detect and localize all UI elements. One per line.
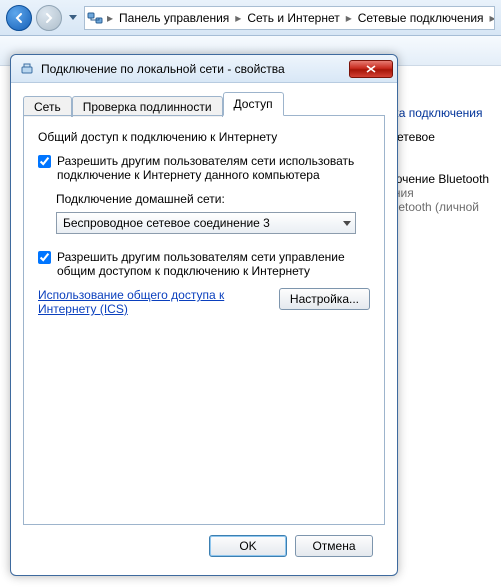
dialog-title: Подключение по локальной сети - свойства xyxy=(41,62,349,76)
nav-forward-button[interactable] xyxy=(36,5,62,31)
chevron-right-icon: ▸ xyxy=(233,11,243,25)
cancel-button[interactable]: Отмена xyxy=(295,535,373,557)
tab-sharing[interactable]: Доступ xyxy=(223,92,284,116)
bg-connection-item[interactable]: е сетевое 2 xyxy=(381,130,501,158)
ok-button[interactable]: OK xyxy=(209,535,287,557)
allow-sharing-checkbox[interactable] xyxy=(38,155,51,168)
address-bar: ▸ Панель управления ▸ Сеть и Интернет ▸ … xyxy=(0,0,501,36)
combo-value: Беспроводное сетевое соединение 3 xyxy=(63,216,270,230)
breadcrumb-item[interactable]: Сеть и Интернет xyxy=(243,11,343,25)
nav-history-dropdown[interactable] xyxy=(66,9,80,27)
chevron-down-icon xyxy=(343,221,351,226)
properties-dialog: Подключение по локальной сети - свойства… xyxy=(10,54,398,576)
settings-button[interactable]: Настройка... xyxy=(279,288,370,310)
ics-help-link[interactable]: Использование общего доступа к Интернету… xyxy=(38,288,238,316)
tab-panel-sharing: Общий доступ к подключению к Интернету Р… xyxy=(23,115,385,525)
close-button[interactable] xyxy=(349,60,393,78)
allow-control-checkbox-row: Разрешить другим пользователям сети упра… xyxy=(38,250,370,278)
link-row: Использование общего доступа к Интернету… xyxy=(38,288,370,316)
bg-connection-item[interactable]: ключение Bluetooth чения Bluetooth (личн… xyxy=(381,172,501,214)
breadcrumb-item[interactable]: Сетевые подключения xyxy=(354,11,488,25)
dialog-footer: OK Отмена xyxy=(23,525,385,567)
bg-item-status: чения xyxy=(381,186,501,200)
bg-item-status: 2 xyxy=(381,144,501,158)
bg-cutoff-text: тика подключения xyxy=(381,106,501,120)
network-connections-icon xyxy=(87,9,103,27)
allow-control-checkbox[interactable] xyxy=(38,251,51,264)
home-network-combo[interactable]: Беспроводное сетевое соединение 3 xyxy=(56,212,356,234)
breadcrumb[interactable]: ▸ Панель управления ▸ Сеть и Интернет ▸ … xyxy=(84,6,495,30)
background-items: тика подключения е сетевое 2 ключение Bl… xyxy=(381,106,501,228)
chevron-right-icon: ▸ xyxy=(344,11,354,25)
allow-sharing-label: Разрешить другим пользователям сети испо… xyxy=(57,154,370,182)
nav-back-button[interactable] xyxy=(6,5,32,31)
home-network-label: Подключение домашней сети: xyxy=(56,192,370,206)
network-adapter-icon xyxy=(19,61,35,77)
group-title: Общий доступ к подключению к Интернету xyxy=(38,130,370,144)
allow-sharing-checkbox-row: Разрешить другим пользователям сети испо… xyxy=(38,154,370,182)
chevron-right-icon: ▸ xyxy=(105,11,115,25)
tab-network[interactable]: Сеть xyxy=(23,96,72,117)
chevron-right-icon: ▸ xyxy=(488,11,495,25)
bg-item-name: ключение Bluetooth xyxy=(381,172,501,186)
breadcrumb-item[interactable]: Панель управления xyxy=(115,11,233,25)
tab-bar: Сеть Проверка подлинности Доступ xyxy=(23,93,385,116)
bg-item-name: е сетевое xyxy=(381,130,501,144)
dialog-body: Сеть Проверка подлинности Доступ Общий д… xyxy=(11,83,397,575)
tab-authentication[interactable]: Проверка подлинности xyxy=(72,96,223,117)
bg-item-device: Bluetooth (личной xyxy=(381,200,501,214)
allow-control-label: Разрешить другим пользователям сети упра… xyxy=(57,250,370,278)
dialog-titlebar[interactable]: Подключение по локальной сети - свойства xyxy=(11,55,397,83)
